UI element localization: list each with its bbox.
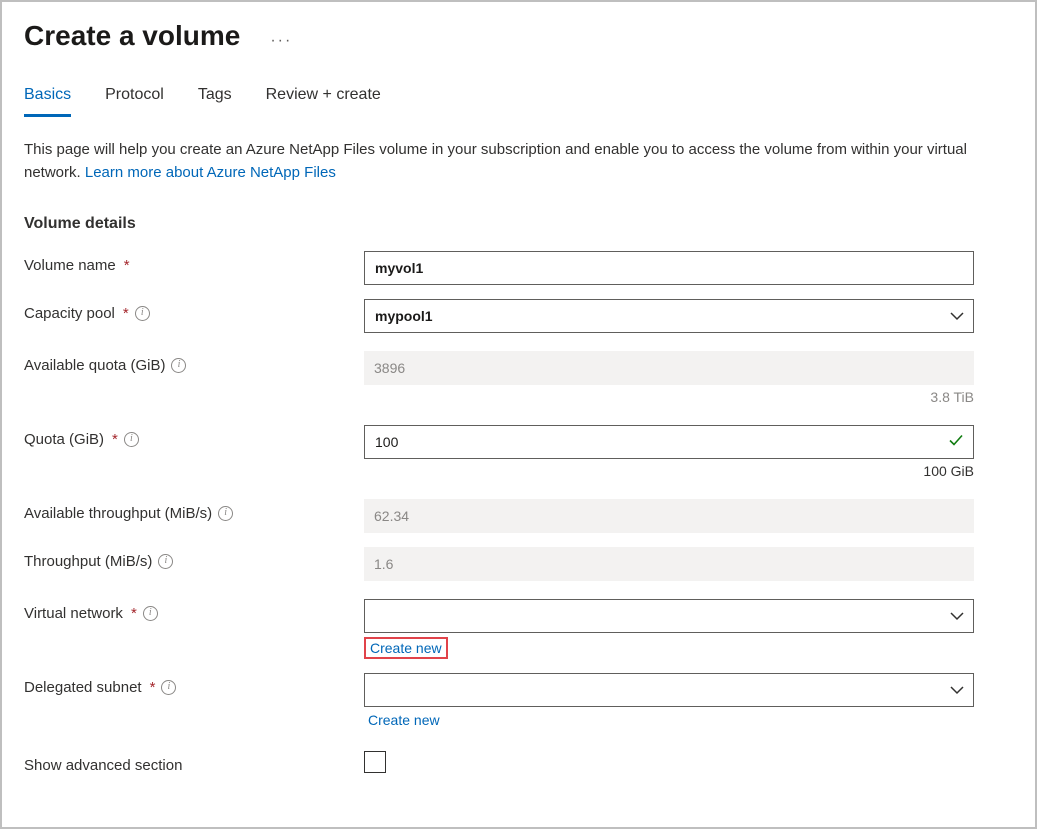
label-available-quota: Available quota (GiB): [24, 357, 165, 374]
tab-basics[interactable]: Basics: [24, 80, 71, 117]
throughput-readonly: 1.6: [364, 547, 974, 581]
available-quota-readonly: 3896: [364, 351, 974, 385]
required-icon: *: [112, 431, 118, 448]
available-quota-hint: 3.8 TiB: [364, 389, 974, 405]
label-virtual-network: Virtual network: [24, 605, 123, 622]
info-icon[interactable]: i: [161, 680, 176, 695]
section-volume-details: Volume details: [24, 215, 1013, 233]
info-icon[interactable]: i: [218, 506, 233, 521]
info-icon[interactable]: i: [171, 358, 186, 373]
required-icon: *: [131, 605, 137, 622]
volume-name-input[interactable]: myvol1: [364, 251, 974, 285]
required-icon: *: [123, 305, 129, 322]
label-volume-name: Volume name: [24, 257, 116, 274]
show-advanced-checkbox[interactable]: [364, 751, 386, 773]
label-capacity-pool: Capacity pool: [24, 305, 115, 322]
delegated-subnet-select[interactable]: [364, 673, 974, 707]
info-icon[interactable]: i: [158, 554, 173, 569]
capacity-pool-select[interactable]: mypool1: [364, 299, 974, 333]
label-quota: Quota (GiB): [24, 431, 104, 448]
available-throughput-readonly: 62.34: [364, 499, 974, 533]
required-icon: *: [124, 257, 130, 274]
page-title: Create a volume: [24, 20, 240, 52]
info-icon[interactable]: i: [143, 606, 158, 621]
info-icon[interactable]: i: [135, 306, 150, 321]
label-show-advanced: Show advanced section: [24, 757, 182, 774]
tab-bar: Basics Protocol Tags Review + create: [24, 80, 1013, 118]
label-delegated-subnet: Delegated subnet: [24, 679, 142, 696]
label-throughput: Throughput (MiB/s): [24, 553, 152, 570]
checkmark-icon: [948, 432, 964, 451]
quota-hint: 100 GiB: [364, 463, 974, 479]
required-icon: *: [150, 679, 156, 696]
virtual-network-select[interactable]: [364, 599, 974, 633]
subnet-create-new-link[interactable]: Create new: [368, 712, 440, 728]
intro-text: This page will help you create an Azure …: [24, 138, 1004, 185]
tab-review-create[interactable]: Review + create: [266, 80, 381, 117]
tab-tags[interactable]: Tags: [198, 80, 232, 117]
learn-more-link[interactable]: Learn more about Azure NetApp Files: [85, 164, 336, 181]
vnet-create-new-link[interactable]: Create new: [370, 640, 442, 656]
more-menu-icon[interactable]: ···: [270, 32, 292, 50]
tab-protocol[interactable]: Protocol: [105, 80, 164, 117]
quota-input[interactable]: 100: [364, 425, 974, 459]
info-icon[interactable]: i: [124, 432, 139, 447]
label-available-throughput: Available throughput (MiB/s): [24, 505, 212, 522]
